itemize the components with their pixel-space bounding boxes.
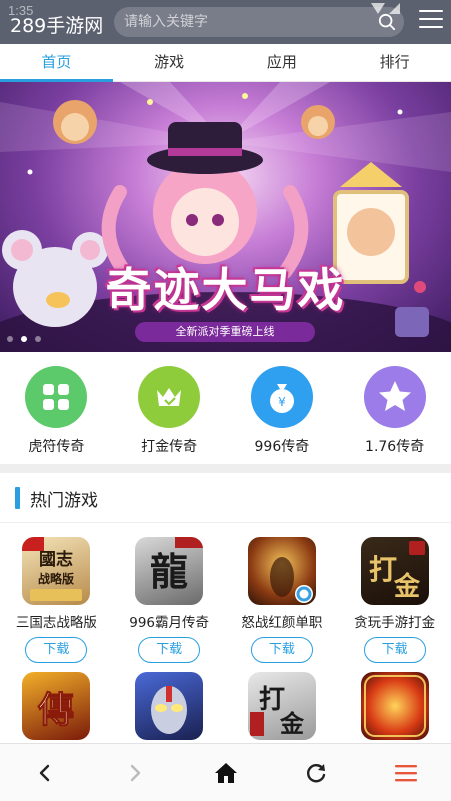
forward-button[interactable] [90,744,180,801]
header-menu-icon[interactable] [419,10,443,32]
quick-item-label: 打金传奇 [141,439,198,455]
section-accent-bar [15,487,20,509]
back-button[interactable] [0,744,90,801]
chevron-right-icon [131,764,141,781]
download-button[interactable]: 下载 [25,637,88,663]
quick-item-label: 996传奇 [254,439,310,455]
home-button[interactable] [180,744,270,801]
quick-item-996[interactable]: ¥ 996传奇 [226,352,339,464]
svg-text:國志: 國志 [39,549,73,570]
game-card[interactable]: 龍 996霸月传奇 下载 [113,537,226,672]
hot-games-header: 热门游戏 [0,473,451,523]
site-logo-title[interactable]: 289手游网 [10,11,103,38]
hamburger-menu-icon [394,764,417,781]
top-header: 1:35 289手游网 [0,0,451,44]
game-icon-dajin-chuanqi[interactable]: 打 金 [247,672,316,740]
game-name: 贪玩手游打金 [354,615,436,631]
game-name: 怒战红颜单职 [241,615,323,631]
home-icon [214,762,237,783]
carousel-dot[interactable] [35,336,41,342]
game-icon-chuanqi[interactable]: 傳 [22,672,91,740]
quick-item-label: 1.76传奇 [365,439,425,455]
game-card[interactable]: 打 金 贪玩手游打金 下载 [338,537,451,672]
quick-item-176[interactable]: 1.76传奇 [338,352,451,464]
download-button[interactable]: 下载 [250,637,313,663]
main-tabs: 首页 游戏 应用 排行 [0,44,451,82]
svg-text:龍: 龍 [150,549,188,594]
game-icon-sanguozhi[interactable]: 國志 战略版 [22,537,91,605]
tab-home[interactable]: 首页 [0,44,113,82]
download-button[interactable]: 下载 [138,637,201,663]
browser-bottom-nav [0,743,451,801]
quick-item-hufu[interactable]: 虎符传奇 [0,352,113,464]
game-name: 三国志战略版 [15,615,97,631]
game-icon-baying[interactable]: 龍 [135,537,204,605]
search-icon[interactable] [378,13,396,31]
tab-ranking[interactable]: 排行 [338,44,451,81]
carousel-dot[interactable] [21,336,27,342]
tab-apps[interactable]: 应用 [226,44,339,81]
search-input[interactable] [124,7,364,37]
grid-icon [25,366,88,428]
carousel-dots[interactable] [0,334,60,344]
download-button[interactable]: 下载 [363,637,426,663]
svg-text:金: 金 [393,571,421,602]
svg-text:金: 金 [279,709,305,738]
chevron-left-icon [39,764,50,781]
banner-title: 奇迹大马戏 [105,263,346,317]
refresh-icon [306,763,325,782]
game-card[interactable]: 國志 战略版 三国志战略版 下载 [0,537,113,672]
game-icon-fire[interactable] [360,672,429,740]
quick-item-label: 虎符传奇 [28,439,85,455]
refresh-button[interactable] [271,744,361,801]
quick-category-row: 虎符传奇 打金传奇 ¥ 996传奇 1.76传奇 [0,352,451,464]
crown-icon [138,366,201,428]
banner-subtitle: 全新派对季重磅上线 [135,322,315,342]
quick-item-dajin[interactable]: 打金传奇 [113,352,226,464]
svg-text:傳: 傳 [37,689,74,731]
search-bar[interactable] [114,7,404,37]
section-title: 热门游戏 [30,491,98,511]
star-icon [363,366,426,428]
section-divider [0,464,451,473]
game-card[interactable]: 怒战红颜单职 下载 [226,537,339,672]
game-icon-ultraman[interactable] [135,672,204,740]
money-bag-icon: ¥ [250,366,313,428]
game-icon-nuzhan[interactable] [247,537,316,605]
carousel-dot[interactable] [7,336,13,342]
svg-text:打: 打 [369,553,397,586]
promo-banner[interactable]: 奇迹大马戏 全新派对季重磅上线 [0,82,451,352]
menu-button[interactable] [361,744,451,801]
svg-text:战略版: 战略版 [38,571,74,586]
tab-games[interactable]: 游戏 [113,44,226,81]
svg-text:¥: ¥ [278,395,286,409]
game-name: 996霸月传奇 [129,615,210,631]
game-icon-tanwan[interactable]: 打 金 [360,537,429,605]
